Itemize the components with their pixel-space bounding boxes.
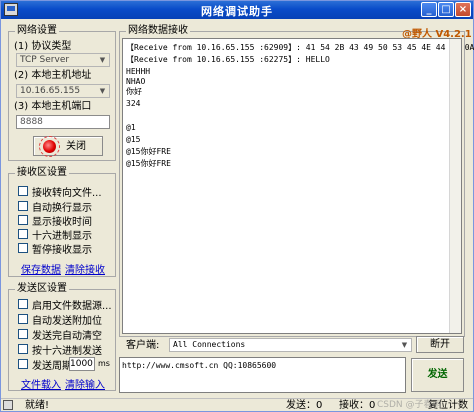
send-settings-title: 发送区设置 (15, 283, 69, 295)
recv-option-label: 显示接收时间 (32, 216, 92, 228)
send-period-checkbox[interactable]: 发送周期 (18, 358, 72, 372)
recv-line: 【Receive from 10.16.65.155 :62275】: HELL… (126, 55, 330, 64)
file-load-link[interactable]: 文件载入 (21, 376, 61, 391)
recv-line: 【Receive from 10.16.65.155 :62909】: 41 5… (126, 43, 474, 52)
host-port-input[interactable]: 8888 (16, 115, 110, 129)
chevron-down-icon: ▼ (99, 56, 106, 64)
period-unit-label: ms (98, 359, 110, 368)
recv-line: 你好 (126, 87, 142, 96)
recv-line: @15你好FRE (126, 147, 171, 156)
auto-clear-checkbox[interactable]: 发送完自动清空 (18, 328, 102, 342)
status-icon (3, 400, 13, 410)
recv-count: 接收：0 (339, 400, 376, 411)
send-label: 发送 (427, 369, 448, 380)
client-select[interactable]: All Connections ▼ (169, 338, 412, 352)
send-option-label: 发送完自动清空 (32, 330, 102, 342)
status-led-icon (43, 140, 56, 153)
close-connection-button[interactable]: 关闭 (33, 136, 103, 157)
send-option-label: 启用文件数据源... (32, 300, 112, 312)
auto-append-checkbox[interactable]: 自动发送附加位 (18, 313, 102, 327)
maximize-button[interactable]: □ (438, 2, 454, 17)
host-addr-select[interactable]: 10.16.65.155 ▼ (16, 84, 110, 98)
app-window: 网络调试助手 _ □ × 网络设置 (1) 协议类型 TCP Server ▼ … (0, 0, 474, 412)
recv-option-label: 自动换行显示 (32, 202, 92, 214)
status-ready: 就绪! (25, 400, 50, 411)
chevron-down-icon: ▼ (99, 87, 106, 95)
hex-send-checkbox[interactable]: 按十六进制发送 (18, 343, 102, 357)
hex-display-checkbox[interactable]: 十六进制显示 (18, 228, 92, 242)
host-port-label: (3) 本地主机端口 (14, 101, 92, 112)
clear-input-link[interactable]: 清除输入 (65, 376, 105, 391)
pause-recv-checkbox[interactable]: 暂停接收显示 (18, 242, 92, 256)
send-period-input[interactable]: 1000 (69, 357, 95, 371)
protocol-select[interactable]: TCP Server ▼ (16, 53, 110, 67)
watermark: CSDN @子春雨 (377, 400, 442, 410)
recv-scrollbar[interactable] (449, 39, 461, 333)
file-source-checkbox[interactable]: 启用文件数据源... (18, 298, 112, 312)
status-bar: 就绪! 发送：0 接收：0 复位计数 CSDN @子春雨 (1, 398, 473, 411)
recv-option-label: 暂停接收显示 (32, 244, 92, 256)
minimize-button[interactable]: _ (421, 2, 437, 17)
recv-to-file-checkbox[interactable]: 接收转向文件... (18, 185, 102, 199)
window-title: 网络调试助手 (201, 5, 273, 18)
recv-line: @1 (126, 123, 136, 132)
recv-option-label: 接收转向文件... (32, 187, 102, 199)
save-data-link[interactable]: 保存数据 (21, 261, 61, 276)
recv-line: @15 (126, 135, 141, 144)
recv-line: 324 (126, 99, 141, 108)
recv-line: NHAO (126, 77, 146, 86)
protocol-select-value: TCP Server (20, 55, 70, 65)
host-addr-value: 10.16.65.155 (20, 86, 81, 96)
recv-settings-title: 接收区设置 (15, 167, 69, 179)
client-select-value: All Connections (173, 340, 246, 349)
recv-area-title: 网络数据接收 (126, 25, 190, 37)
recv-line: @15你好FRE (126, 159, 171, 168)
recv-textarea[interactable]: 【Receive from 10.16.65.155 :62909】: 41 5… (122, 38, 474, 334)
send-count: 发送：0 (286, 400, 323, 411)
recv-option-label: 十六进制显示 (32, 230, 92, 242)
net-settings-title: 网络设置 (15, 25, 59, 37)
title-bar[interactable]: 网络调试助手 _ □ × (1, 1, 473, 19)
send-textarea[interactable]: http://www.cmsoft.cn QQ:10865600 (119, 357, 406, 393)
clear-recv-link[interactable]: 清除接收 (65, 261, 105, 276)
auto-wrap-checkbox[interactable]: 自动换行显示 (18, 200, 92, 214)
disconnect-button[interactable]: 断开 (416, 336, 464, 353)
close-connection-label: 关闭 (66, 141, 86, 152)
send-button[interactable]: 发送 (411, 358, 464, 392)
protocol-label: (1) 协议类型 (14, 41, 72, 52)
send-text: http://www.cmsoft.cn QQ:10865600 (122, 361, 277, 370)
host-addr-label: (2) 本地主机地址 (14, 70, 92, 81)
send-period-label: 发送周期 (32, 360, 72, 372)
recv-line: HEHHH (126, 67, 151, 76)
send-option-label: 按十六进制发送 (32, 345, 102, 357)
close-window-button[interactable]: × (455, 2, 471, 17)
client-label: 客户端: (126, 340, 160, 351)
show-recv-time-checkbox[interactable]: 显示接收时间 (18, 214, 92, 228)
chevron-down-icon: ▼ (401, 341, 408, 349)
disconnect-label: 断开 (430, 339, 450, 350)
send-option-label: 自动发送附加位 (32, 315, 102, 327)
